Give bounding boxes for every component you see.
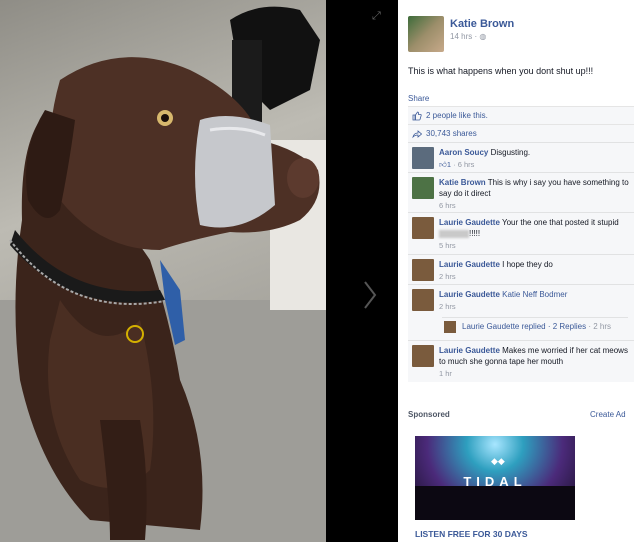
- photo-viewer: ⤢ Katie Brown 14 hrs · ◍ This is what ha…: [0, 0, 634, 542]
- comment-body: Aaron Soucy Disgusting. 👍︎1 · 6 hrs: [439, 147, 629, 170]
- redacted-text: [439, 229, 469, 238]
- comment-body: Laurie Gaudette I hope they do 2 hrs: [439, 259, 629, 282]
- ad-image[interactable]: ◆◆ TIDAL: [415, 436, 575, 520]
- next-photo-icon[interactable]: [362, 280, 378, 310]
- comment-item: Laurie Gaudette Your the one that posted…: [408, 212, 634, 254]
- replies-label[interactable]: Laurie Gaudette replied · 2 Replies: [462, 322, 586, 331]
- comment-meta: 👍︎1 · 6 hrs: [439, 159, 629, 170]
- commenter-name[interactable]: Laurie Gaudette: [439, 218, 500, 227]
- comment-body: Laurie Gaudette Your the one that posted…: [439, 217, 629, 251]
- commenter-avatar[interactable]: [412, 259, 434, 281]
- globe-icon: ◍: [479, 32, 487, 41]
- comment-time[interactable]: 6 hrs: [458, 160, 475, 169]
- reply-avatar: [444, 321, 456, 333]
- post-header: Katie Brown 14 hrs · ◍: [408, 16, 628, 56]
- comment-text-tail: !!!!!: [469, 229, 481, 238]
- tagged-person-link[interactable]: Katie Neff Bodmer: [502, 290, 567, 299]
- shares-count[interactable]: 30,743 shares: [426, 129, 477, 138]
- comment-text: Disgusting.: [490, 148, 531, 157]
- comment-time[interactable]: 2 hrs: [439, 271, 629, 282]
- like-thumb-icon: [412, 111, 422, 121]
- replies-time: · 2 hrs: [588, 322, 611, 331]
- comment-time[interactable]: 1 hr: [439, 368, 629, 379]
- ad-crowd-silhouette: [415, 486, 575, 520]
- comment-body: Laurie Gaudette Katie Neff Bodmer 2 hrs: [439, 289, 629, 312]
- post-text: This is what happens when you dont shut …: [408, 66, 594, 76]
- comment-time[interactable]: 2 hrs: [439, 301, 629, 312]
- ad-cta-link[interactable]: LISTEN FREE FOR 30 DAYS: [415, 529, 528, 539]
- comment-time[interactable]: 6 hrs: [439, 200, 629, 211]
- likes-summary[interactable]: 2 people like this.: [408, 106, 634, 124]
- replies-summary[interactable]: Laurie Gaudette replied · 2 Replies · 2 …: [462, 322, 611, 331]
- comment-body: Laurie Gaudette Makes me worried if her …: [439, 345, 629, 379]
- likes-count[interactable]: 2 people like this.: [426, 111, 488, 120]
- sponsored-heading: Sponsored: [408, 410, 450, 419]
- post-photo[interactable]: [0, 0, 326, 542]
- commenter-avatar[interactable]: [412, 217, 434, 239]
- create-ad-link[interactable]: Create Ad: [590, 410, 626, 419]
- comment-body: Katie Brown This is why i say you have s…: [439, 177, 629, 211]
- commenter-avatar[interactable]: [412, 147, 434, 169]
- post-time[interactable]: 14 hrs: [450, 32, 472, 41]
- comment-like-icon[interactable]: 👍︎: [439, 160, 447, 169]
- photo-pane: ⤢: [0, 0, 398, 542]
- expand-icon[interactable]: ⤢: [372, 10, 381, 23]
- replies-link[interactable]: Laurie Gaudette replied · 2 Replies · 2 …: [442, 317, 628, 335]
- post-meta: 14 hrs · ◍: [450, 32, 486, 41]
- commenter-name[interactable]: Aaron Soucy: [439, 148, 488, 157]
- comment-item: Laurie Gaudette I hope they do 2 hrs: [408, 254, 634, 284]
- comment-like-count[interactable]: 1: [447, 160, 451, 169]
- comment-item: Katie Brown This is why i say you have s…: [408, 172, 634, 212]
- ad-brand-wordmark: TIDAL: [463, 474, 527, 489]
- commenter-name[interactable]: Laurie Gaudette: [439, 346, 500, 355]
- comment-item: Aaron Soucy Disgusting. 👍︎1 · 6 hrs: [408, 142, 634, 172]
- comment-text: I hope they do: [502, 260, 553, 269]
- author-avatar[interactable]: [408, 16, 444, 52]
- share-button[interactable]: Share: [408, 94, 429, 103]
- author-name[interactable]: Katie Brown: [450, 18, 514, 30]
- commenter-name[interactable]: Katie Brown: [439, 178, 486, 187]
- commenter-avatar[interactable]: [412, 345, 434, 367]
- comment-text: Your the one that posted it stupid: [501, 218, 619, 227]
- shares-summary[interactable]: 30,743 shares: [408, 124, 634, 142]
- commenter-name[interactable]: Laurie Gaudette: [439, 290, 500, 299]
- commenter-avatar[interactable]: [412, 289, 434, 311]
- comment-item: Laurie Gaudette Katie Neff Bodmer 2 hrs …: [408, 284, 634, 340]
- dog-photo-illustration: [0, 6, 326, 542]
- share-arrow-icon: [412, 130, 422, 139]
- comment-item: Laurie Gaudette Makes me worried if her …: [408, 340, 634, 382]
- commenter-name[interactable]: Laurie Gaudette: [439, 260, 500, 269]
- comment-time[interactable]: 5 hrs: [439, 240, 629, 251]
- tidal-logo-icon: ◆◆: [491, 456, 505, 466]
- commenter-avatar[interactable]: [412, 177, 434, 199]
